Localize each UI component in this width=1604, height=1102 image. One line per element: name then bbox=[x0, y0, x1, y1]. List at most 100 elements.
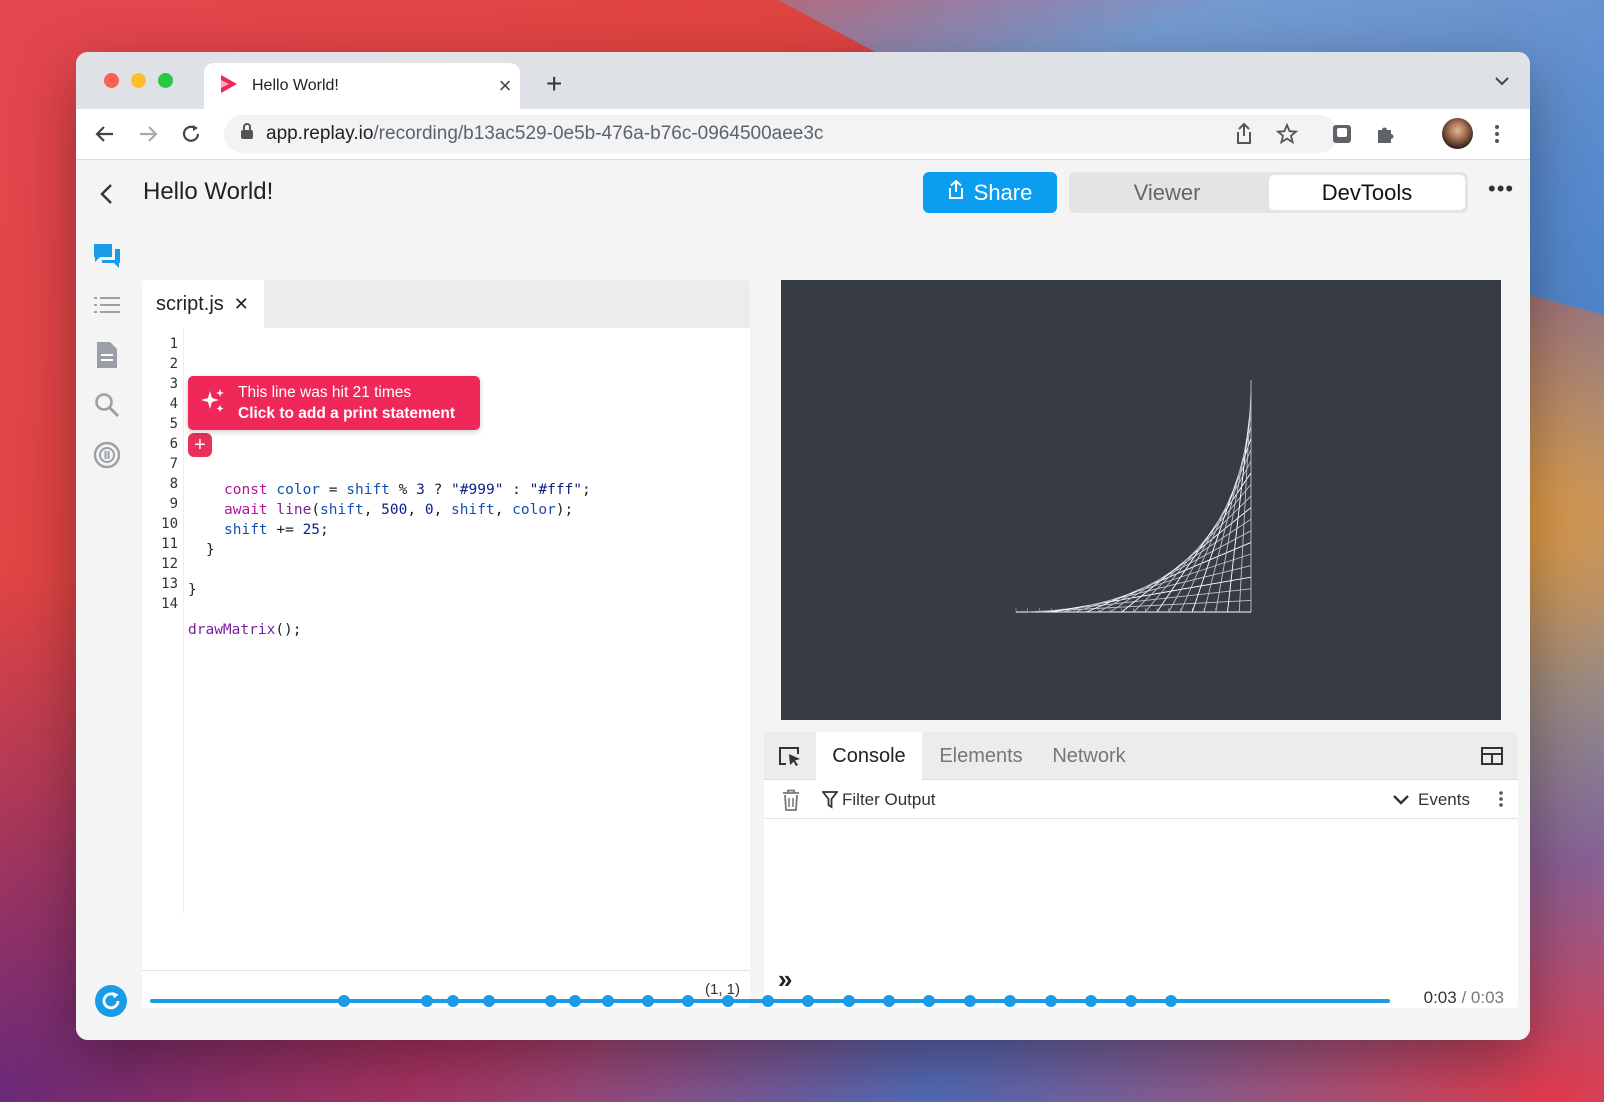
line-number: 10 bbox=[161, 516, 178, 532]
hit-marker[interactable] bbox=[722, 995, 734, 1007]
share-icon bbox=[948, 179, 964, 206]
hit-marker[interactable] bbox=[1125, 995, 1137, 1007]
reload-icon[interactable] bbox=[178, 121, 204, 147]
close-window-button[interactable] bbox=[104, 73, 119, 88]
hit-marker[interactable] bbox=[1045, 995, 1057, 1007]
devtools-tab[interactable]: DevTools bbox=[1269, 175, 1465, 210]
browser-window: Hello World! × + app.replay.io/recording… bbox=[76, 52, 1530, 1040]
console-menu-icon[interactable] bbox=[1498, 790, 1504, 813]
line-number: 12 bbox=[161, 556, 178, 572]
filter-output-input[interactable]: Filter Output bbox=[842, 790, 936, 810]
line-number: 13 bbox=[161, 576, 178, 592]
code-line-8[interactable]: shift += 25; bbox=[224, 522, 329, 538]
address-bar[interactable]: app.replay.io/recording/b13ac529-0e5b-47… bbox=[224, 115, 1338, 153]
toggle-layout-icon[interactable] bbox=[1472, 732, 1512, 780]
line-number: 2 bbox=[169, 356, 178, 372]
events-list-icon[interactable] bbox=[92, 290, 122, 320]
devtools-tab-bar: Console Elements Network bbox=[764, 732, 1518, 780]
string-art-line bbox=[1238, 391, 1252, 613]
profile-avatar[interactable] bbox=[1442, 118, 1473, 149]
share-page-icon[interactable] bbox=[1232, 122, 1256, 146]
events-dropdown[interactable]: Events bbox=[1392, 790, 1470, 810]
line-number: 7 bbox=[169, 456, 178, 472]
tab-search-chevron-icon[interactable] bbox=[1494, 74, 1510, 92]
comments-icon[interactable] bbox=[92, 240, 122, 270]
tab-console[interactable]: Console bbox=[816, 732, 922, 780]
back-arrow-icon[interactable] bbox=[92, 121, 118, 147]
hit-marker[interactable] bbox=[545, 995, 557, 1007]
sparkle-icon bbox=[200, 388, 226, 419]
hit-marker[interactable] bbox=[682, 995, 694, 1007]
new-tab-icon[interactable]: + bbox=[546, 70, 562, 98]
hit-marker[interactable] bbox=[1004, 995, 1016, 1007]
hit-marker[interactable] bbox=[421, 995, 433, 1007]
chevron-down-icon bbox=[1393, 795, 1409, 805]
page-title: Hello World! bbox=[143, 178, 274, 205]
viewer-tab[interactable]: Viewer bbox=[1069, 175, 1265, 210]
share-button[interactable]: Share bbox=[923, 172, 1057, 213]
hit-marker[interactable] bbox=[483, 995, 495, 1007]
code-line-9[interactable]: } bbox=[206, 542, 215, 558]
extensions-puzzle-icon[interactable] bbox=[1373, 122, 1397, 146]
editor-tab-bar: script.js ✕ bbox=[142, 280, 750, 328]
replay-app: Hello World! Share Viewer DevTools ••• s… bbox=[76, 160, 1530, 1040]
console-filter-bar: Filter Output Events bbox=[764, 780, 1518, 819]
extension-box-icon[interactable] bbox=[1330, 122, 1354, 146]
editor-tab-close-icon[interactable]: ✕ bbox=[234, 294, 249, 315]
add-print-statement-button[interactable]: + bbox=[188, 433, 212, 457]
minimize-window-button[interactable] bbox=[131, 73, 146, 88]
hit-count-tooltip[interactable]: This line was hit 21 times Click to add … bbox=[188, 376, 480, 430]
code-line-6[interactable]: const color = shift % 3 ? "#999" : "#fff… bbox=[224, 482, 591, 498]
filter-funnel-icon bbox=[821, 791, 839, 814]
replay-button[interactable] bbox=[94, 984, 128, 1023]
hit-marker[interactable] bbox=[762, 995, 774, 1007]
code-line-7[interactable]: await line(shift, 500, 0, shift, color); bbox=[224, 502, 573, 518]
lock-icon bbox=[240, 122, 254, 146]
zoom-window-button[interactable] bbox=[158, 73, 173, 88]
hit-marker[interactable] bbox=[802, 995, 814, 1007]
search-icon[interactable] bbox=[92, 390, 122, 420]
line-number: 9 bbox=[169, 496, 178, 512]
hit-marker[interactable] bbox=[923, 995, 935, 1007]
tooltip-hit-count: This line was hit 21 times bbox=[238, 384, 412, 401]
tab-close-icon[interactable]: × bbox=[490, 73, 520, 99]
code-line-11[interactable]: } bbox=[188, 582, 197, 598]
recording-canvas bbox=[781, 280, 1501, 720]
hit-marker[interactable] bbox=[338, 995, 350, 1007]
line-number-gutter: 1 2 3 4 5 6 7 8 9 10 11 12 13 14 bbox=[142, 328, 184, 913]
clear-console-trash-icon[interactable] bbox=[782, 789, 800, 816]
hit-marker[interactable] bbox=[642, 995, 654, 1007]
line-number: 3 bbox=[169, 376, 178, 392]
hit-marker[interactable] bbox=[843, 995, 855, 1007]
line-number: 8 bbox=[169, 476, 178, 492]
replay-logo-icon bbox=[218, 73, 240, 100]
tab-strip: Hello World! × + bbox=[76, 52, 1530, 109]
hit-marker[interactable] bbox=[964, 995, 976, 1007]
hit-marker[interactable] bbox=[1165, 995, 1177, 1007]
back-chevron-icon[interactable] bbox=[98, 182, 114, 211]
tab-elements[interactable]: Elements bbox=[926, 732, 1036, 780]
forward-arrow-icon[interactable] bbox=[135, 121, 161, 147]
source-editor: script.js ✕ 1 2 3 4 5 6 7 8 9 10 11 12 1… bbox=[142, 280, 750, 1008]
hit-marker[interactable] bbox=[447, 995, 459, 1007]
code-line-13[interactable]: drawMatrix(); bbox=[188, 622, 302, 638]
replay-info-icon[interactable] bbox=[92, 440, 122, 470]
current-time: 0:03 bbox=[1423, 988, 1457, 1007]
source-file-icon[interactable] bbox=[92, 340, 122, 370]
element-picker-icon[interactable] bbox=[764, 732, 816, 780]
tooltip-action: Click to add a print statement bbox=[238, 405, 456, 422]
hit-marker[interactable] bbox=[1085, 995, 1097, 1007]
browser-toolbar: app.replay.io/recording/b13ac529-0e5b-47… bbox=[76, 109, 1530, 160]
hit-marker[interactable] bbox=[602, 995, 614, 1007]
more-options-icon[interactable]: ••• bbox=[1488, 176, 1514, 202]
browser-menu-icon[interactable] bbox=[1485, 122, 1509, 146]
browser-tab[interactable]: Hello World! × bbox=[204, 63, 520, 109]
line-number: 14 bbox=[161, 596, 178, 612]
tab-network[interactable]: Network bbox=[1039, 732, 1139, 780]
url-path: /recording/b13ac529-0e5b-476a-b76c-09645… bbox=[373, 123, 824, 144]
hit-marker[interactable] bbox=[569, 995, 581, 1007]
bookmark-star-icon[interactable] bbox=[1275, 122, 1299, 146]
playback-time: 0:03 / 0:03 bbox=[1424, 988, 1504, 1008]
hit-marker[interactable] bbox=[883, 995, 895, 1007]
editor-tab-script[interactable]: script.js ✕ bbox=[142, 280, 264, 328]
